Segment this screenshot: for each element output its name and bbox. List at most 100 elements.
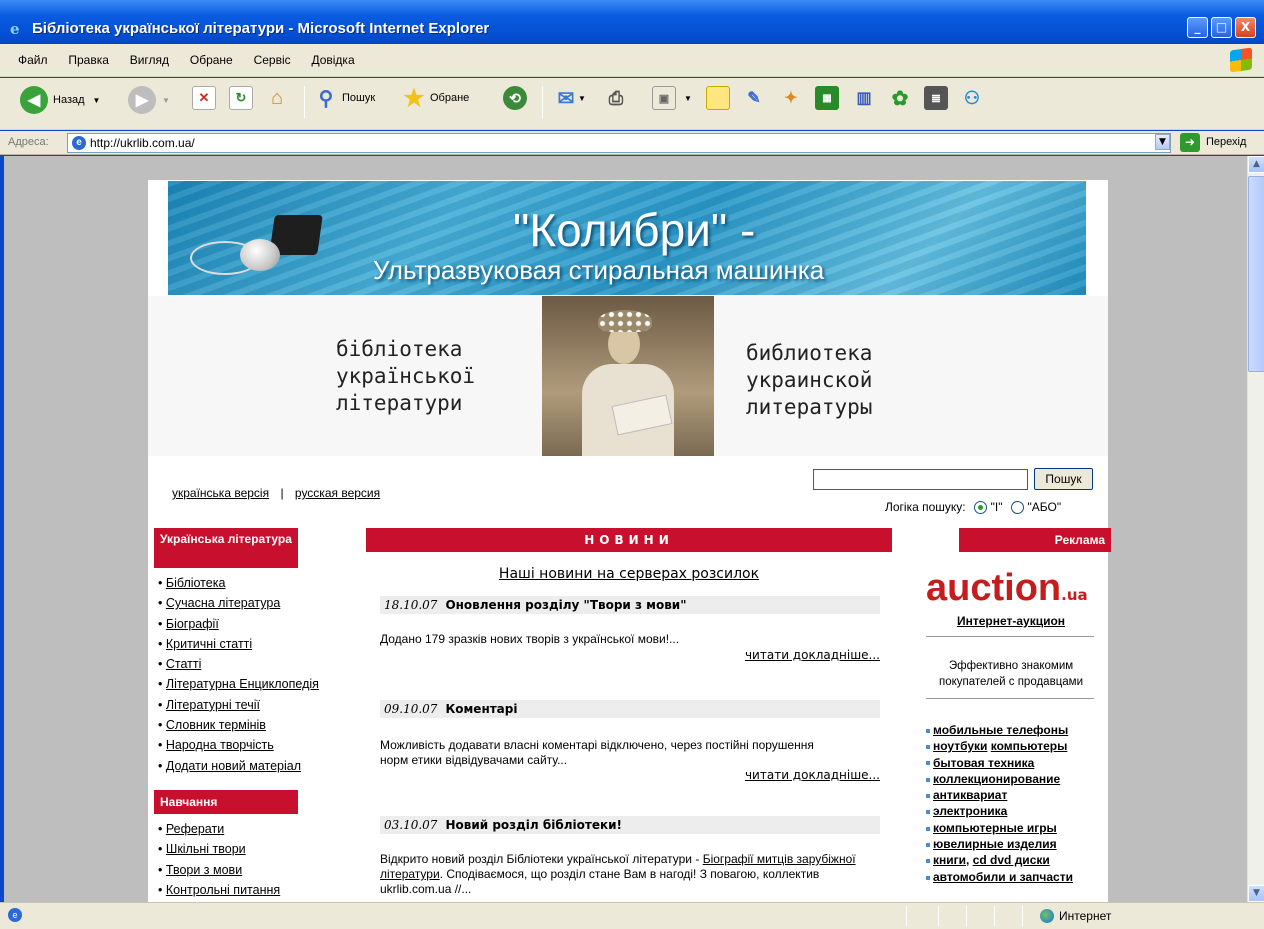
woman-with-book-photo bbox=[542, 296, 714, 456]
printer-icon: ⎙ bbox=[608, 87, 624, 108]
scroll-up-button[interactable]: ▲ bbox=[1248, 156, 1264, 173]
news-title: Новий розділ бібліотеки! bbox=[445, 818, 623, 832]
search-icon: ⚲ bbox=[318, 87, 334, 110]
go-button[interactable]: Перехід bbox=[1206, 136, 1246, 148]
go-arrow-icon[interactable]: ➜ bbox=[1180, 133, 1200, 152]
ie-app-icon: e bbox=[10, 20, 20, 38]
home-button[interactable]: ⌂ bbox=[265, 86, 289, 110]
stop-button[interactable]: ✕ bbox=[192, 86, 216, 110]
search-submit-button[interactable]: Пошук bbox=[1034, 468, 1093, 490]
back-button[interactable]: ◀ Назад ▼ bbox=[20, 86, 100, 114]
forward-arrow-icon: ▶ bbox=[128, 86, 156, 114]
news-text: Можливість додавати власні коментарі від… bbox=[380, 738, 814, 767]
news-subscribe-link[interactable]: Наші новини на серверах розсилок bbox=[366, 566, 892, 582]
sidebar-item: • Додати новий матеріал bbox=[158, 758, 302, 773]
scroll-thumb[interactable] bbox=[1248, 176, 1264, 372]
section-ukr-literature: Українська література bbox=[154, 528, 298, 568]
menu-view[interactable]: Вигляд bbox=[130, 53, 169, 67]
sidebar-nav-literature: • Бібліотека • Сучасна література • Біог… bbox=[154, 576, 354, 779]
toolbar-separator bbox=[304, 86, 305, 118]
stop-icon: ✕ bbox=[192, 86, 216, 110]
messenger-button[interactable]: ✎ bbox=[742, 86, 766, 110]
logo-text-ru: библиотека украинской литературы bbox=[746, 341, 873, 419]
scroll-down-button[interactable]: ▼ bbox=[1248, 885, 1264, 902]
ads-panel: Реклама auction.ua Интернет-аукцион Эффе… bbox=[914, 528, 1111, 902]
addon-pro-icon: ▦ bbox=[815, 86, 839, 110]
ad-banner[interactable]: "Колибри" - Ультразвуковая стиральная ма… bbox=[168, 181, 1086, 295]
vertical-scrollbar[interactable]: ▲ ▼ bbox=[1247, 156, 1264, 902]
category-item: книги, cd dvd диски bbox=[926, 852, 1108, 868]
users-icon: ⚇ bbox=[963, 87, 981, 108]
browser-viewport: "Колибри" - Ультразвуковая стиральная ма… bbox=[4, 156, 1247, 902]
minimize-button[interactable]: _ bbox=[1187, 17, 1208, 38]
menu-file[interactable]: Файл bbox=[18, 53, 48, 67]
edit-icon: ▣ bbox=[652, 86, 676, 110]
research-icon: ✦ bbox=[784, 90, 798, 107]
sidebar-item: • Шкільні твори bbox=[158, 842, 246, 857]
read-more-link[interactable]: читати докладніше... bbox=[745, 768, 880, 782]
address-input[interactable]: e http://ukrlib.com.ua/ bbox=[67, 133, 1171, 153]
news-text: Додано 179 зразків нових творів з україн… bbox=[380, 632, 680, 646]
read-more-link[interactable]: читати докладніше... bbox=[745, 648, 880, 662]
menu-help[interactable]: Довідка bbox=[311, 53, 354, 67]
news-text: Відкрито новий розділ Бібліотеки українс… bbox=[380, 852, 856, 896]
search-input[interactable] bbox=[813, 469, 1028, 490]
search-logic: Логіка пошуку: "І" "АБО" bbox=[885, 500, 1062, 514]
auction-categories: мобильные телефоны ноутбуки компьютеры б… bbox=[926, 722, 1108, 885]
site-logo[interactable]: бібліотека української літератури библио… bbox=[148, 296, 1108, 456]
addon-pro-button[interactable]: ▦ bbox=[815, 86, 839, 110]
auction-name-link[interactable]: Интернет-аукцион bbox=[914, 614, 1108, 628]
category-item: электроника bbox=[926, 803, 1108, 819]
menu-favorites[interactable]: Обране bbox=[190, 53, 233, 67]
radio-or[interactable] bbox=[1010, 500, 1024, 514]
favorites-button[interactable]: ★ Обране bbox=[402, 84, 469, 112]
auction-logo[interactable]: auction.ua bbox=[926, 569, 1088, 609]
category-item: антиквариат bbox=[926, 787, 1108, 803]
auction-description: Эффективно знакомим покупателей с продав… bbox=[938, 660, 1084, 688]
category-item: автомобили и запчасти bbox=[926, 869, 1108, 885]
research-button[interactable]: ✦ bbox=[779, 86, 803, 110]
menu-tools[interactable]: Сервіс bbox=[254, 53, 291, 67]
back-label: Назад bbox=[53, 94, 85, 106]
window-titlebar[interactable]: e Бібліотека української літератури - Mi… bbox=[0, 0, 1264, 44]
news-header: НОВИНИ bbox=[366, 528, 892, 552]
category-item: компьютерные игры bbox=[926, 820, 1108, 836]
menu-edit[interactable]: Правка bbox=[68, 53, 109, 67]
print-button[interactable]: ⎙ bbox=[604, 86, 628, 110]
sidebar-item: • Біографії bbox=[158, 616, 219, 631]
addon-books-button[interactable]: ▥ bbox=[852, 86, 876, 110]
close-button[interactable]: X bbox=[1235, 17, 1256, 38]
sidebar-item: • Народна творчість bbox=[158, 738, 274, 753]
news-panel: НОВИНИ Наші новини на серверах розсилок … bbox=[366, 528, 892, 902]
news-date: 18.10.07 bbox=[384, 598, 438, 612]
address-dropdown-button[interactable]: ▼ bbox=[1155, 134, 1170, 150]
page-status-icon: e bbox=[8, 908, 22, 922]
chevron-down-icon: ▼ bbox=[684, 93, 692, 103]
history-button[interactable]: ⟲ bbox=[503, 86, 527, 110]
addon-users-button[interactable]: ⚇ bbox=[960, 86, 984, 110]
category-item: коллекционирование bbox=[926, 771, 1108, 787]
ads-header: Реклама bbox=[959, 528, 1111, 552]
sidebar-item: • Статті bbox=[158, 657, 202, 672]
lang-ua-link[interactable]: українська версія bbox=[172, 486, 269, 500]
edit-button[interactable]: ▣ ▼ bbox=[652, 86, 692, 110]
search-button[interactable]: ⚲ Пошук bbox=[314, 86, 376, 110]
addon-list-button[interactable]: ≣ bbox=[924, 86, 948, 110]
maximize-button[interactable]: □ bbox=[1211, 17, 1232, 38]
sidebar-item: • Реферати bbox=[158, 822, 225, 836]
sidebar-item: • Твори з мови bbox=[158, 862, 243, 877]
refresh-button[interactable]: ↻ bbox=[229, 86, 253, 110]
sidebar-item: • Сучасна література bbox=[158, 596, 281, 611]
search-label: Пошук bbox=[342, 92, 376, 104]
notes-button[interactable] bbox=[706, 86, 730, 110]
lang-ru-link[interactable]: русская версия bbox=[295, 486, 380, 500]
sidebar-item: • Критичні статті bbox=[158, 636, 253, 651]
mail-button[interactable]: ✉ ▼ bbox=[554, 86, 586, 110]
radio-and[interactable] bbox=[973, 500, 987, 514]
forward-button[interactable]: ▶ ▼ bbox=[128, 86, 170, 114]
addon-flower-button[interactable]: ✿ bbox=[888, 86, 912, 110]
star-icon: ★ bbox=[403, 84, 425, 112]
mail-icon: ✉ bbox=[557, 87, 575, 110]
news-title: Оновлення розділу "Твори з мови" bbox=[445, 598, 687, 612]
sidebar-item: • Словник термінів bbox=[158, 718, 266, 733]
